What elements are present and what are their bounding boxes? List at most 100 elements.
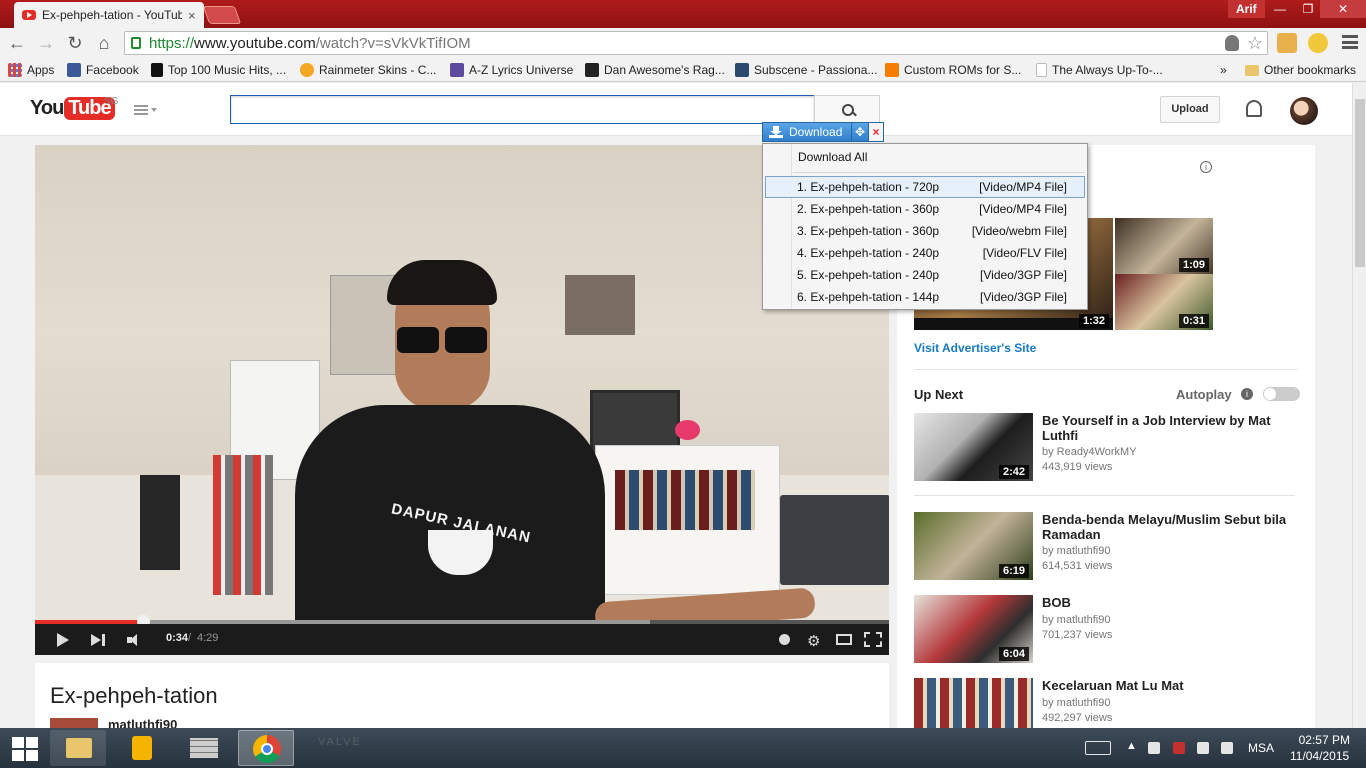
channel-avatar[interactable] bbox=[50, 718, 98, 728]
download-option-label: 2. Ex-pehpeh-tation - 360p bbox=[797, 202, 940, 216]
video-thumbnail[interactable] bbox=[914, 678, 1033, 728]
video-thumbnail[interactable]: 6:19 bbox=[914, 512, 1033, 580]
start-button[interactable] bbox=[6, 732, 44, 764]
bookmark-label: Apps bbox=[27, 63, 55, 77]
youtube-favicon-icon bbox=[22, 10, 36, 20]
video-thumbnail[interactable]: 2:42 bbox=[914, 413, 1033, 481]
tab-close-icon[interactable]: × bbox=[188, 8, 196, 23]
ad-video-thumb-3[interactable]: 0:31 bbox=[1115, 274, 1213, 330]
guide-menu-icon[interactable] bbox=[134, 105, 148, 115]
reload-icon[interactable]: ↻ bbox=[64, 32, 86, 54]
download-option-2[interactable]: 2. Ex-pehpeh-tation - 360p [Video/MP4 Fi… bbox=[765, 198, 1085, 220]
visit-advertiser-link[interactable]: Visit Advertiser's Site bbox=[914, 341, 1036, 355]
bookmark-star-icon[interactable]: ☆ bbox=[1247, 33, 1263, 54]
chevron-down-icon[interactable] bbox=[151, 108, 157, 112]
list-item[interactable]: 6:19 Benda-benda Melayu/Muslim Sebut bil… bbox=[914, 512, 1304, 582]
address-bar[interactable]: https://www.youtube.com/watch?v=sVkVkTif… bbox=[124, 31, 1268, 55]
profile-button[interactable]: Arif bbox=[1228, 0, 1265, 18]
autoplay-toggle[interactable] bbox=[1263, 387, 1300, 401]
taskbar-wall-app[interactable] bbox=[176, 730, 232, 766]
network-icon[interactable] bbox=[1197, 742, 1209, 754]
chrome-menu-icon[interactable] bbox=[1342, 35, 1358, 49]
new-tab-button[interactable] bbox=[202, 6, 242, 24]
search-input[interactable] bbox=[230, 95, 815, 124]
taskbar-explorer[interactable] bbox=[50, 730, 106, 766]
search-button[interactable] bbox=[814, 95, 880, 124]
bookmark-facebook[interactable]: Facebook bbox=[67, 61, 139, 79]
chevron-up-icon[interactable]: ▲ bbox=[1126, 740, 1137, 752]
input-language[interactable]: MSA bbox=[1248, 741, 1274, 755]
related-video-title[interactable]: Benda-benda Melayu/Muslim Sebut bila Ram… bbox=[1042, 512, 1297, 542]
window-close-icon[interactable]: ✕ bbox=[1320, 0, 1366, 18]
volume-icon[interactable] bbox=[127, 634, 147, 646]
minimize-icon[interactable]: — bbox=[1266, 0, 1294, 18]
video-thumbnail[interactable]: 6:04 bbox=[914, 595, 1033, 663]
download-option-1[interactable]: 1. Ex-pehpeh-tation - 720p [Video/MP4 Fi… bbox=[765, 176, 1085, 198]
minion-extension-icon[interactable] bbox=[1308, 33, 1328, 53]
play-icon[interactable] bbox=[57, 633, 69, 647]
move-icon[interactable]: ✥ bbox=[852, 122, 869, 142]
page-scrollbar[interactable] bbox=[1352, 83, 1366, 728]
gear-icon[interactable]: ⚙ bbox=[807, 632, 820, 650]
download-button[interactable]: Download bbox=[762, 122, 852, 142]
video-frame[interactable]: DAPUR JALANAN bbox=[35, 145, 889, 620]
home-icon[interactable]: ⌂ bbox=[93, 32, 115, 54]
bookmark-other[interactable]: Other bookmarks bbox=[1245, 61, 1356, 79]
security-icon[interactable] bbox=[1173, 742, 1185, 754]
close-icon[interactable]: × bbox=[869, 122, 884, 142]
taskbar-chrome[interactable] bbox=[238, 730, 294, 766]
youtube-logo[interactable]: You Tube bbox=[30, 97, 115, 120]
bookmark-azlyrics[interactable]: A-Z Lyrics Universe bbox=[450, 61, 573, 79]
next-icon[interactable] bbox=[91, 634, 107, 646]
speaker-icon[interactable] bbox=[1221, 742, 1233, 754]
bookmark-label: Other bookmarks bbox=[1264, 63, 1357, 77]
scrollbar-thumb[interactable] bbox=[1355, 99, 1365, 267]
tab-youtube[interactable]: Ex-pehpeh-tation - YouTube × bbox=[14, 2, 204, 28]
flag-icon[interactable] bbox=[1148, 742, 1160, 754]
lightbulb-icon[interactable] bbox=[1225, 35, 1239, 51]
video-player[interactable]: DAPUR JALANAN 0:34 / 4:29 ⚙ bbox=[35, 145, 889, 655]
apps-grid-icon bbox=[8, 63, 22, 77]
restore-icon[interactable]: ❐ bbox=[1294, 0, 1322, 18]
extension-helper-icon[interactable] bbox=[1277, 33, 1297, 53]
download-option-type: [Video/webm File] bbox=[971, 224, 1067, 238]
bookmarks-overflow-icon[interactable]: » bbox=[1220, 61, 1227, 79]
back-arrow-icon[interactable]: ← bbox=[6, 32, 28, 54]
list-item[interactable]: 2:42 Be Yourself in a Job Interview by M… bbox=[914, 413, 1304, 483]
clock-date[interactable]: 11/04/2015 bbox=[1290, 749, 1349, 763]
download-option-6[interactable]: 6. Ex-pehpeh-tation - 144p [Video/3GP Fi… bbox=[765, 286, 1085, 308]
region-code: SG bbox=[104, 96, 119, 107]
notifications-bell-icon[interactable] bbox=[1246, 100, 1262, 117]
download-option-4[interactable]: 4. Ex-pehpeh-tation - 240p [Video/FLV Fi… bbox=[765, 242, 1085, 264]
ad-video-thumb-2[interactable]: 1:09 bbox=[1115, 218, 1213, 274]
fullscreen-icon[interactable] bbox=[864, 632, 882, 647]
keyboard-icon[interactable] bbox=[1085, 741, 1111, 755]
bookmark-billboard[interactable]: Top 100 Music Hits, ... bbox=[151, 61, 286, 79]
bookmark-custom-roms[interactable]: Custom ROMs for S... bbox=[885, 61, 1021, 79]
list-item[interactable]: Kecelaruan Mat Lu Mat by matluthfi90 492… bbox=[914, 678, 1304, 728]
bookmark-rainmeter[interactable]: Rainmeter Skins - C... bbox=[300, 61, 436, 79]
taskbar-keep[interactable] bbox=[114, 730, 170, 766]
related-video-title[interactable]: Kecelaruan Mat Lu Mat bbox=[1042, 678, 1297, 693]
watch-later-icon[interactable] bbox=[779, 634, 790, 645]
avatar[interactable] bbox=[1290, 97, 1318, 125]
upload-button[interactable]: Upload bbox=[1160, 96, 1220, 123]
download-option-3[interactable]: 3. Ex-pehpeh-tation - 360p [Video/webm F… bbox=[765, 220, 1085, 242]
forward-arrow-icon[interactable]: → bbox=[35, 32, 57, 54]
related-video-title[interactable]: BOB bbox=[1042, 595, 1297, 610]
clock-time[interactable]: 02:57 PM bbox=[1292, 733, 1350, 747]
info-icon[interactable]: i bbox=[1200, 161, 1212, 173]
bookmark-dan-awesome[interactable]: Dan Awesome's Rag... bbox=[585, 61, 725, 79]
list-item[interactable]: 6:04 BOB by matluthfi90 701,237 views bbox=[914, 595, 1304, 665]
url-scheme: https:// bbox=[149, 34, 195, 52]
download-all-item[interactable]: Download All bbox=[764, 144, 1086, 170]
theater-mode-icon[interactable] bbox=[836, 634, 852, 645]
bookmark-label: A-Z Lyrics Universe bbox=[469, 63, 574, 77]
download-option-5[interactable]: 5. Ex-pehpeh-tation - 240p [Video/3GP Fi… bbox=[765, 264, 1085, 286]
info-icon[interactable]: i bbox=[1241, 388, 1253, 400]
bookmark-apps[interactable]: Apps bbox=[8, 61, 54, 79]
bookmark-subscene[interactable]: Subscene - Passiona... bbox=[735, 61, 877, 79]
bookmark-always-up-to[interactable]: The Always Up-To-... bbox=[1036, 61, 1163, 79]
related-video-title[interactable]: Be Yourself in a Job Interview by Mat Lu… bbox=[1042, 413, 1297, 443]
blogger-icon bbox=[885, 63, 899, 77]
